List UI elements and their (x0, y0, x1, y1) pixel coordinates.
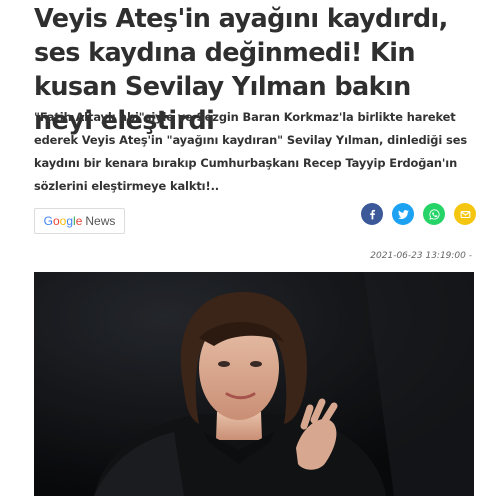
email-share-button[interactable] (454, 203, 476, 225)
publish-date: 2021-06-23 13:19:00 - (370, 251, 472, 261)
google-logo: Google (43, 214, 83, 228)
twitter-icon (397, 209, 409, 219)
email-icon (460, 210, 470, 218)
whatsapp-share-button[interactable] (423, 203, 445, 225)
facebook-icon (369, 209, 375, 219)
article-photo[interactable] (34, 272, 474, 496)
twitter-share-button[interactable] (392, 203, 414, 225)
share-bar (361, 203, 476, 225)
woman-portrait-image (34, 272, 474, 496)
facebook-share-button[interactable] (361, 203, 383, 225)
google-news-button[interactable]: Google News (34, 208, 125, 234)
article-summary: "Fatih Altaylı abi"siyle ve Sezgin Baran… (34, 110, 468, 193)
article: Veyis Ateş'in ayağını kaydırdı, ses kayd… (34, 0, 480, 496)
google-news-label: News (85, 214, 116, 228)
whatsapp-icon (428, 208, 440, 220)
